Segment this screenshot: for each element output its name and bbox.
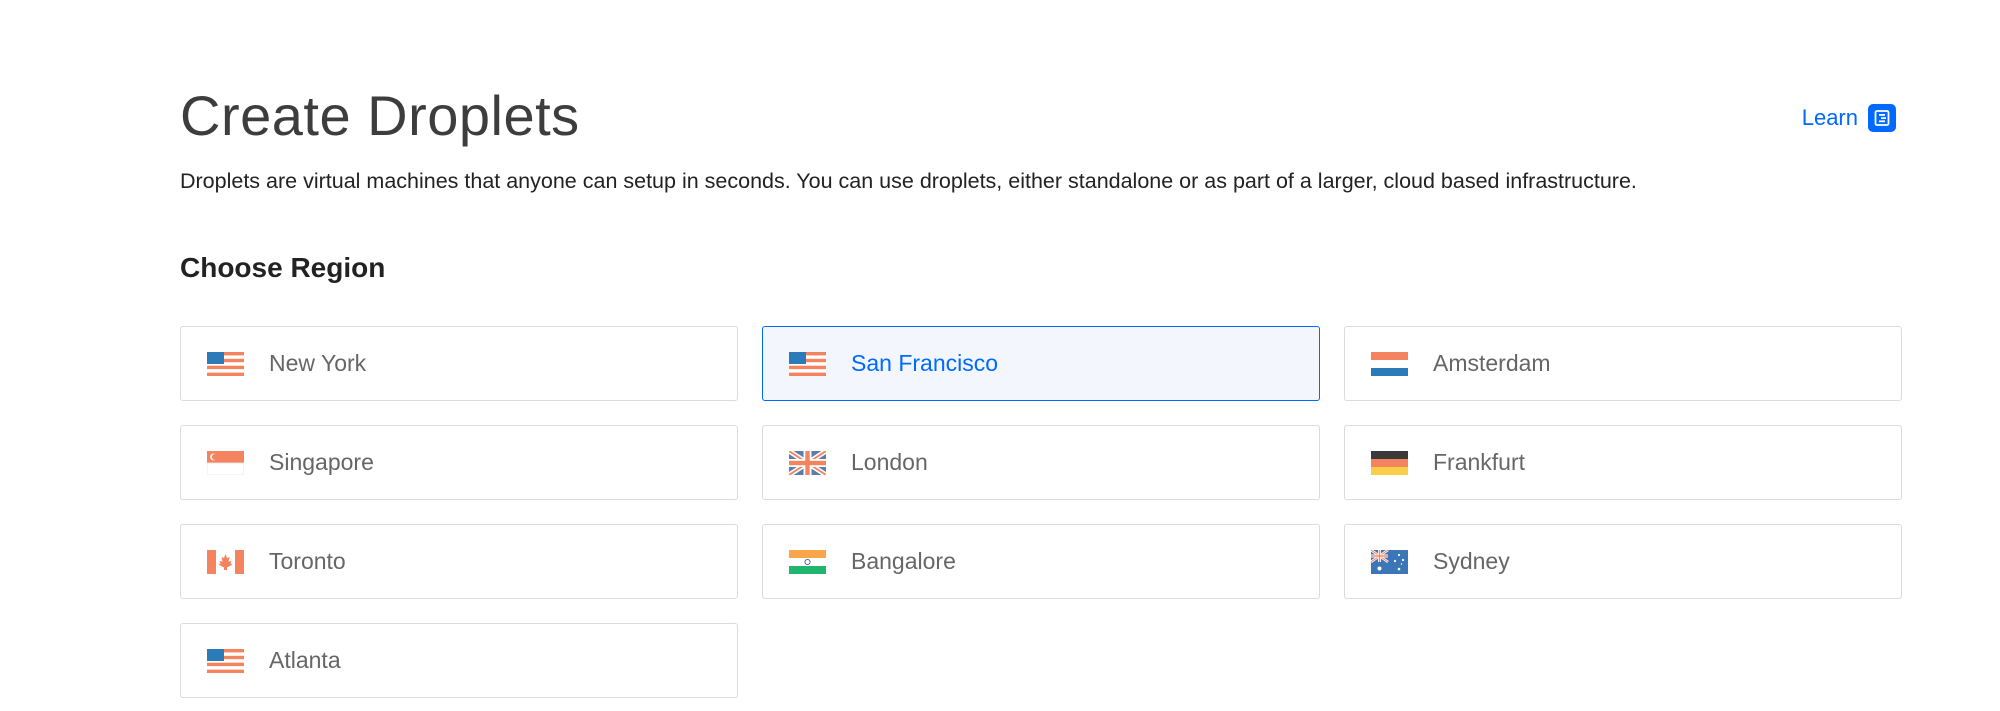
learn-label: Learn xyxy=(1801,105,1858,130)
region-card-singapore[interactable]: Singapore xyxy=(180,425,738,500)
region-label: Singapore xyxy=(269,449,374,475)
region-card-sydney[interactable]: Sydney xyxy=(1344,524,1902,599)
learn-link[interactable]: Learn xyxy=(1802,104,1896,132)
page-title: Create Droplets xyxy=(180,84,580,147)
region-label: Bangalore xyxy=(851,548,956,574)
region-label: Sydney xyxy=(1433,548,1510,574)
region-label: Atlanta xyxy=(269,647,341,673)
region-card-san-francisco[interactable]: San Francisco xyxy=(762,326,1320,401)
sg-flag-icon xyxy=(207,450,244,475)
region-label: Frankfurt xyxy=(1433,449,1526,475)
nl-flag-icon xyxy=(1371,351,1408,376)
region-card-new-york[interactable]: New York xyxy=(180,326,738,401)
page-description: Droplets are virtual machines that anyon… xyxy=(180,169,1637,193)
region-label: Amsterdam xyxy=(1433,350,1551,376)
region-card-bangalore[interactable]: Bangalore xyxy=(762,524,1320,599)
region-label: New York xyxy=(269,350,367,376)
us-flag-icon xyxy=(207,351,244,376)
au-flag-icon xyxy=(1371,549,1408,574)
de-flag-icon xyxy=(1371,450,1408,475)
region-grid: New York San Francisco Amsterdam Singapo… xyxy=(180,326,1902,698)
region-card-frankfurt[interactable]: Frankfurt xyxy=(1344,425,1902,500)
uk-flag-icon xyxy=(789,450,826,475)
region-card-london[interactable]: London xyxy=(762,425,1320,500)
region-label: San Francisco xyxy=(851,350,999,376)
ca-flag-icon xyxy=(207,549,244,574)
in-flag-icon xyxy=(789,549,826,574)
region-label: Toronto xyxy=(269,548,346,574)
document-icon xyxy=(1868,104,1896,132)
region-card-toronto[interactable]: Toronto xyxy=(180,524,738,599)
us-flag-icon xyxy=(207,648,244,673)
region-label: London xyxy=(851,449,928,475)
region-card-atlanta[interactable]: Atlanta xyxy=(180,623,738,698)
us-flag-icon xyxy=(789,351,826,376)
section-title-choose-region: Choose Region xyxy=(180,252,386,283)
region-card-amsterdam[interactable]: Amsterdam xyxy=(1344,326,1902,401)
